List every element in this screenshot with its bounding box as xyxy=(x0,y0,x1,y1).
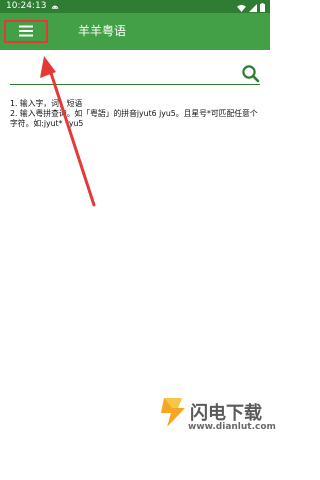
status-time: 10:24:13 xyxy=(6,1,47,11)
search-input[interactable] xyxy=(10,64,236,83)
search-bar xyxy=(10,64,260,85)
search-icon xyxy=(241,65,260,87)
status-bar: 10:24:13 xyxy=(0,0,270,13)
app-toolbar: 羊羊粤语 xyxy=(0,13,270,50)
watermark: 闪电下载 www.dianlut.com xyxy=(158,392,276,462)
hamburger-menu-icon xyxy=(19,22,33,41)
instruction-line-1: 1. 输入字，词，短语 xyxy=(10,99,83,108)
instruction-line-2: 2. 输入粤拼查询。如「粤語」的拼音jyut6 jyu5。且星号*可匹配任意个字… xyxy=(10,109,258,128)
watermark-url: www.dianlut.com xyxy=(188,422,276,432)
menu-button[interactable] xyxy=(4,20,48,43)
app-title: 羊羊粤语 xyxy=(78,24,127,38)
usage-instructions: 1. 输入字，词，短语 2. 输入粤拼查询。如「粤語」的拼音jyut6 jyu5… xyxy=(10,99,262,129)
lightning-logo-icon xyxy=(158,396,186,432)
search-button[interactable] xyxy=(241,64,260,83)
